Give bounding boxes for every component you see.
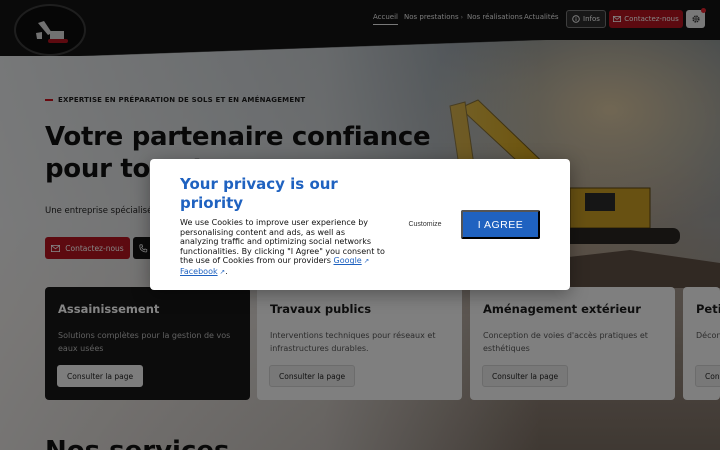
cookie-consent-dialog: Your privacy is our priority We use Cook… (150, 159, 570, 290)
agree-button[interactable]: I AGREE (461, 210, 540, 239)
external-link-icon: ↗ (217, 267, 226, 276)
google-link[interactable]: Google (334, 256, 362, 265)
facebook-link[interactable]: Facebook (180, 267, 218, 276)
cookie-title: Your privacy is our priority (180, 175, 338, 212)
external-link-icon: ↗ (361, 257, 370, 266)
customize-button[interactable]: Customize (400, 215, 450, 233)
body-period: . (225, 266, 228, 276)
cookie-body: We use Cookies to improve user experienc… (180, 218, 385, 278)
